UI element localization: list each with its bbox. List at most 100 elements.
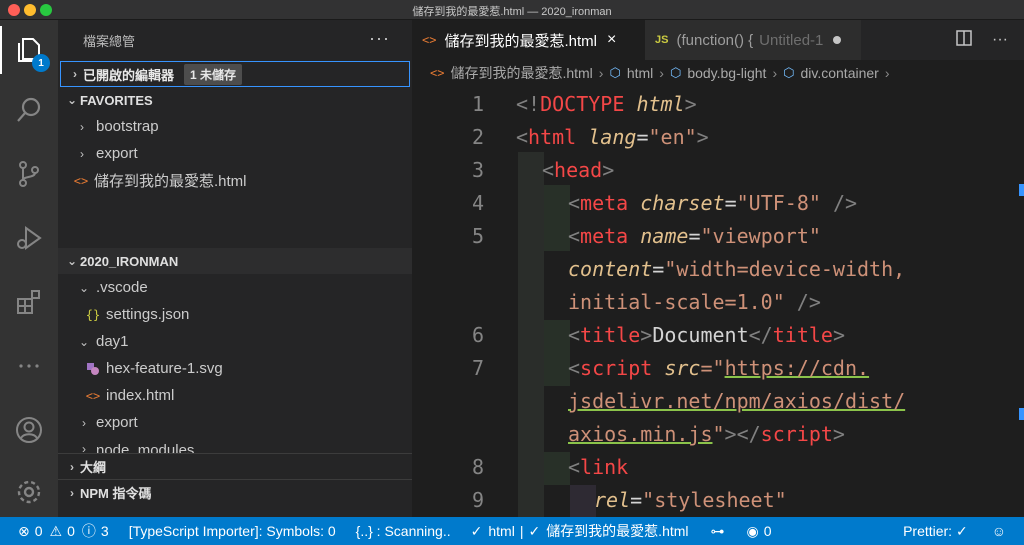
breadcrumb-item[interactable]: div.container [800, 65, 878, 81]
javascript-file-icon: JS [655, 34, 669, 46]
live-share-count[interactable]: 0 [764, 523, 772, 539]
tab-untitled[interactable]: JS (function() { Untitled-1 [645, 20, 861, 60]
favorites-item-html[interactable]: <> 儲存到我的最愛惹.html [58, 167, 412, 194]
code-line-3: <head> [542, 158, 615, 182]
favorites-item-bootstrap[interactable]: › bootstrap [58, 113, 412, 140]
breadcrumb-item[interactable]: html [627, 65, 653, 81]
warnings-count[interactable]: 0 [67, 523, 75, 539]
folder-label: bootstrap [96, 118, 159, 135]
chevron-right-icon: › [73, 67, 77, 81]
file-label: index.html [106, 387, 175, 404]
line-number: 8 [471, 455, 484, 479]
tree-item-export[interactable]: › export [58, 409, 412, 436]
html-file-icon: <> [73, 173, 89, 188]
tree-item-svg[interactable]: hex-feature-1.svg [58, 355, 412, 382]
chevron-right-icon: › [82, 442, 86, 453]
info-count[interactable]: 3 [101, 523, 109, 539]
current-file[interactable]: 儲存到我的最愛惹.html [546, 521, 688, 541]
url-link[interactable]: axios.min.js [568, 422, 713, 446]
element-cube-icon: ⬡ [609, 65, 621, 80]
indent-guide [544, 353, 570, 386]
breadcrumb: <> 儲存到我的最愛惹.html › ⬡ html › ⬡ body.bg-li… [412, 60, 1024, 86]
overview-ruler-mark [1019, 408, 1024, 420]
code-line-6: <title>Document</title> [568, 323, 845, 347]
tab-html-file[interactable]: <> 儲存到我的最愛惹.html × [412, 20, 645, 60]
workspace-label: 2020_IRONMAN [80, 253, 179, 269]
tree-item-node-modules[interactable]: › node_modules [58, 436, 412, 453]
chevron-right-icon: › [884, 65, 890, 81]
line-number: 3 [471, 158, 484, 182]
close-tab-icon[interactable]: × [607, 31, 616, 49]
element-cube-icon: ⬡ [669, 65, 682, 80]
code-line-7: <script src="https://cdn. [568, 356, 870, 380]
tree-item-day1[interactable]: ⌄ day1 [58, 328, 412, 355]
indent-guide [570, 485, 596, 517]
check-icon: ✓ [528, 522, 541, 539]
editor-tabs: <> 儲存到我的最愛惹.html × JS (function() { Unti… [412, 20, 1024, 60]
errors-count[interactable]: 0 [35, 523, 43, 539]
search-icon[interactable] [0, 86, 58, 134]
git-commit-icon[interactable]: ⊶ [711, 523, 725, 540]
overview-ruler-mark [1019, 184, 1024, 196]
more-actions-icon[interactable]: ··· [992, 31, 1008, 49]
source-control-icon[interactable] [0, 150, 58, 198]
workspace-section-header[interactable]: ⌄ 2020_IRONMAN [58, 248, 412, 274]
indent-guide [518, 152, 544, 517]
title-bar: 儲存到我的最愛惹.html — 2020_ironman [0, 0, 1024, 20]
run-debug-icon[interactable] [0, 214, 58, 262]
split-editor-icon[interactable] [956, 29, 972, 51]
json-file-icon: {} [85, 307, 101, 322]
code-line-8: <link [568, 455, 629, 479]
folder-label: export [96, 145, 138, 162]
line-number: 4 [471, 191, 484, 215]
feedback-icon[interactable]: ☺ [992, 523, 1006, 539]
chevron-right-icon: › [80, 119, 84, 134]
tab-label: 儲存到我的最愛惹.html [444, 32, 597, 50]
settings-gear-icon[interactable] [0, 468, 58, 516]
folder-label: .vscode [96, 279, 148, 296]
folder-label: export [96, 414, 138, 431]
file-label: hex-feature-1.svg [106, 360, 223, 377]
open-editors-section[interactable]: › 已開啟的編輯器 1 未儲存 [60, 61, 410, 87]
more-actions-icon[interactable]: ··· [369, 28, 390, 49]
check-icon: ✓ [470, 522, 483, 539]
code-line-9: rel="stylesheet" [594, 488, 787, 512]
chevron-right-icon: › [659, 65, 664, 81]
scanning-status[interactable]: {..} : Scanning.. [356, 523, 451, 539]
warnings-icon[interactable]: ⚠ [50, 523, 63, 540]
code-editor[interactable]: 1 2 3 4 5 6 7 8 9 <!DOCTYPE html> <html … [412, 86, 1024, 517]
code-line-5-wrap-2: initial-scale=1.0" /> [568, 290, 821, 314]
tab-label: (function() { [676, 31, 754, 49]
favorites-item-export[interactable]: › export [58, 140, 412, 167]
typescript-importer-status[interactable]: [TypeScript Importer]: Symbols: 0 [129, 523, 336, 539]
url-link[interactable]: https://cdn. [725, 356, 870, 380]
html-file-icon: <> [85, 388, 101, 403]
html-file-icon: <> [422, 33, 437, 47]
more-views-icon[interactable] [0, 342, 58, 390]
outline-section-header[interactable]: › 大綱 [58, 453, 412, 479]
favorites-section-header[interactable]: ⌄ FAVORITES [58, 87, 412, 113]
unsaved-badge: 1 未儲存 [184, 63, 243, 85]
explorer-sidebar: 檔案總管 ··· › 已開啟的編輯器 1 未儲存 ⌄ FAVORITES › b… [58, 20, 412, 517]
info-icon[interactable]: ⓘ [82, 521, 96, 541]
favorites-label: FAVORITES [80, 92, 153, 108]
account-icon[interactable] [0, 406, 58, 454]
tree-item-settings-json[interactable]: {} settings.json [58, 301, 412, 328]
tree-item-index-html[interactable]: <> index.html [58, 382, 412, 409]
explorer-header: 檔案總管 ··· [58, 20, 412, 60]
live-share-icon[interactable]: ◉ [747, 523, 759, 540]
unsaved-dot-icon[interactable] [833, 36, 842, 44]
explorer-icon[interactable]: 1 [0, 26, 58, 74]
prettier-status[interactable]: Prettier: ✓ [903, 523, 968, 540]
url-link[interactable]: jsdelivr.net/npm/axios/dist/ [568, 389, 905, 413]
tree-item-vscode[interactable]: ⌄ .vscode [58, 274, 412, 301]
file-label: settings.json [106, 306, 190, 323]
errors-icon[interactable]: ⊗ [18, 523, 30, 540]
language-mode[interactable]: html [488, 523, 514, 539]
npm-scripts-section-header[interactable]: › NPM 指令碼 [58, 479, 412, 505]
chevron-right-icon: › [82, 415, 86, 430]
breadcrumb-item[interactable]: 儲存到我的最愛惹.html [450, 63, 592, 83]
activity-bar: 1 [0, 20, 58, 517]
breadcrumb-item[interactable]: body.bg-light [687, 65, 766, 81]
extensions-icon[interactable] [0, 278, 58, 326]
